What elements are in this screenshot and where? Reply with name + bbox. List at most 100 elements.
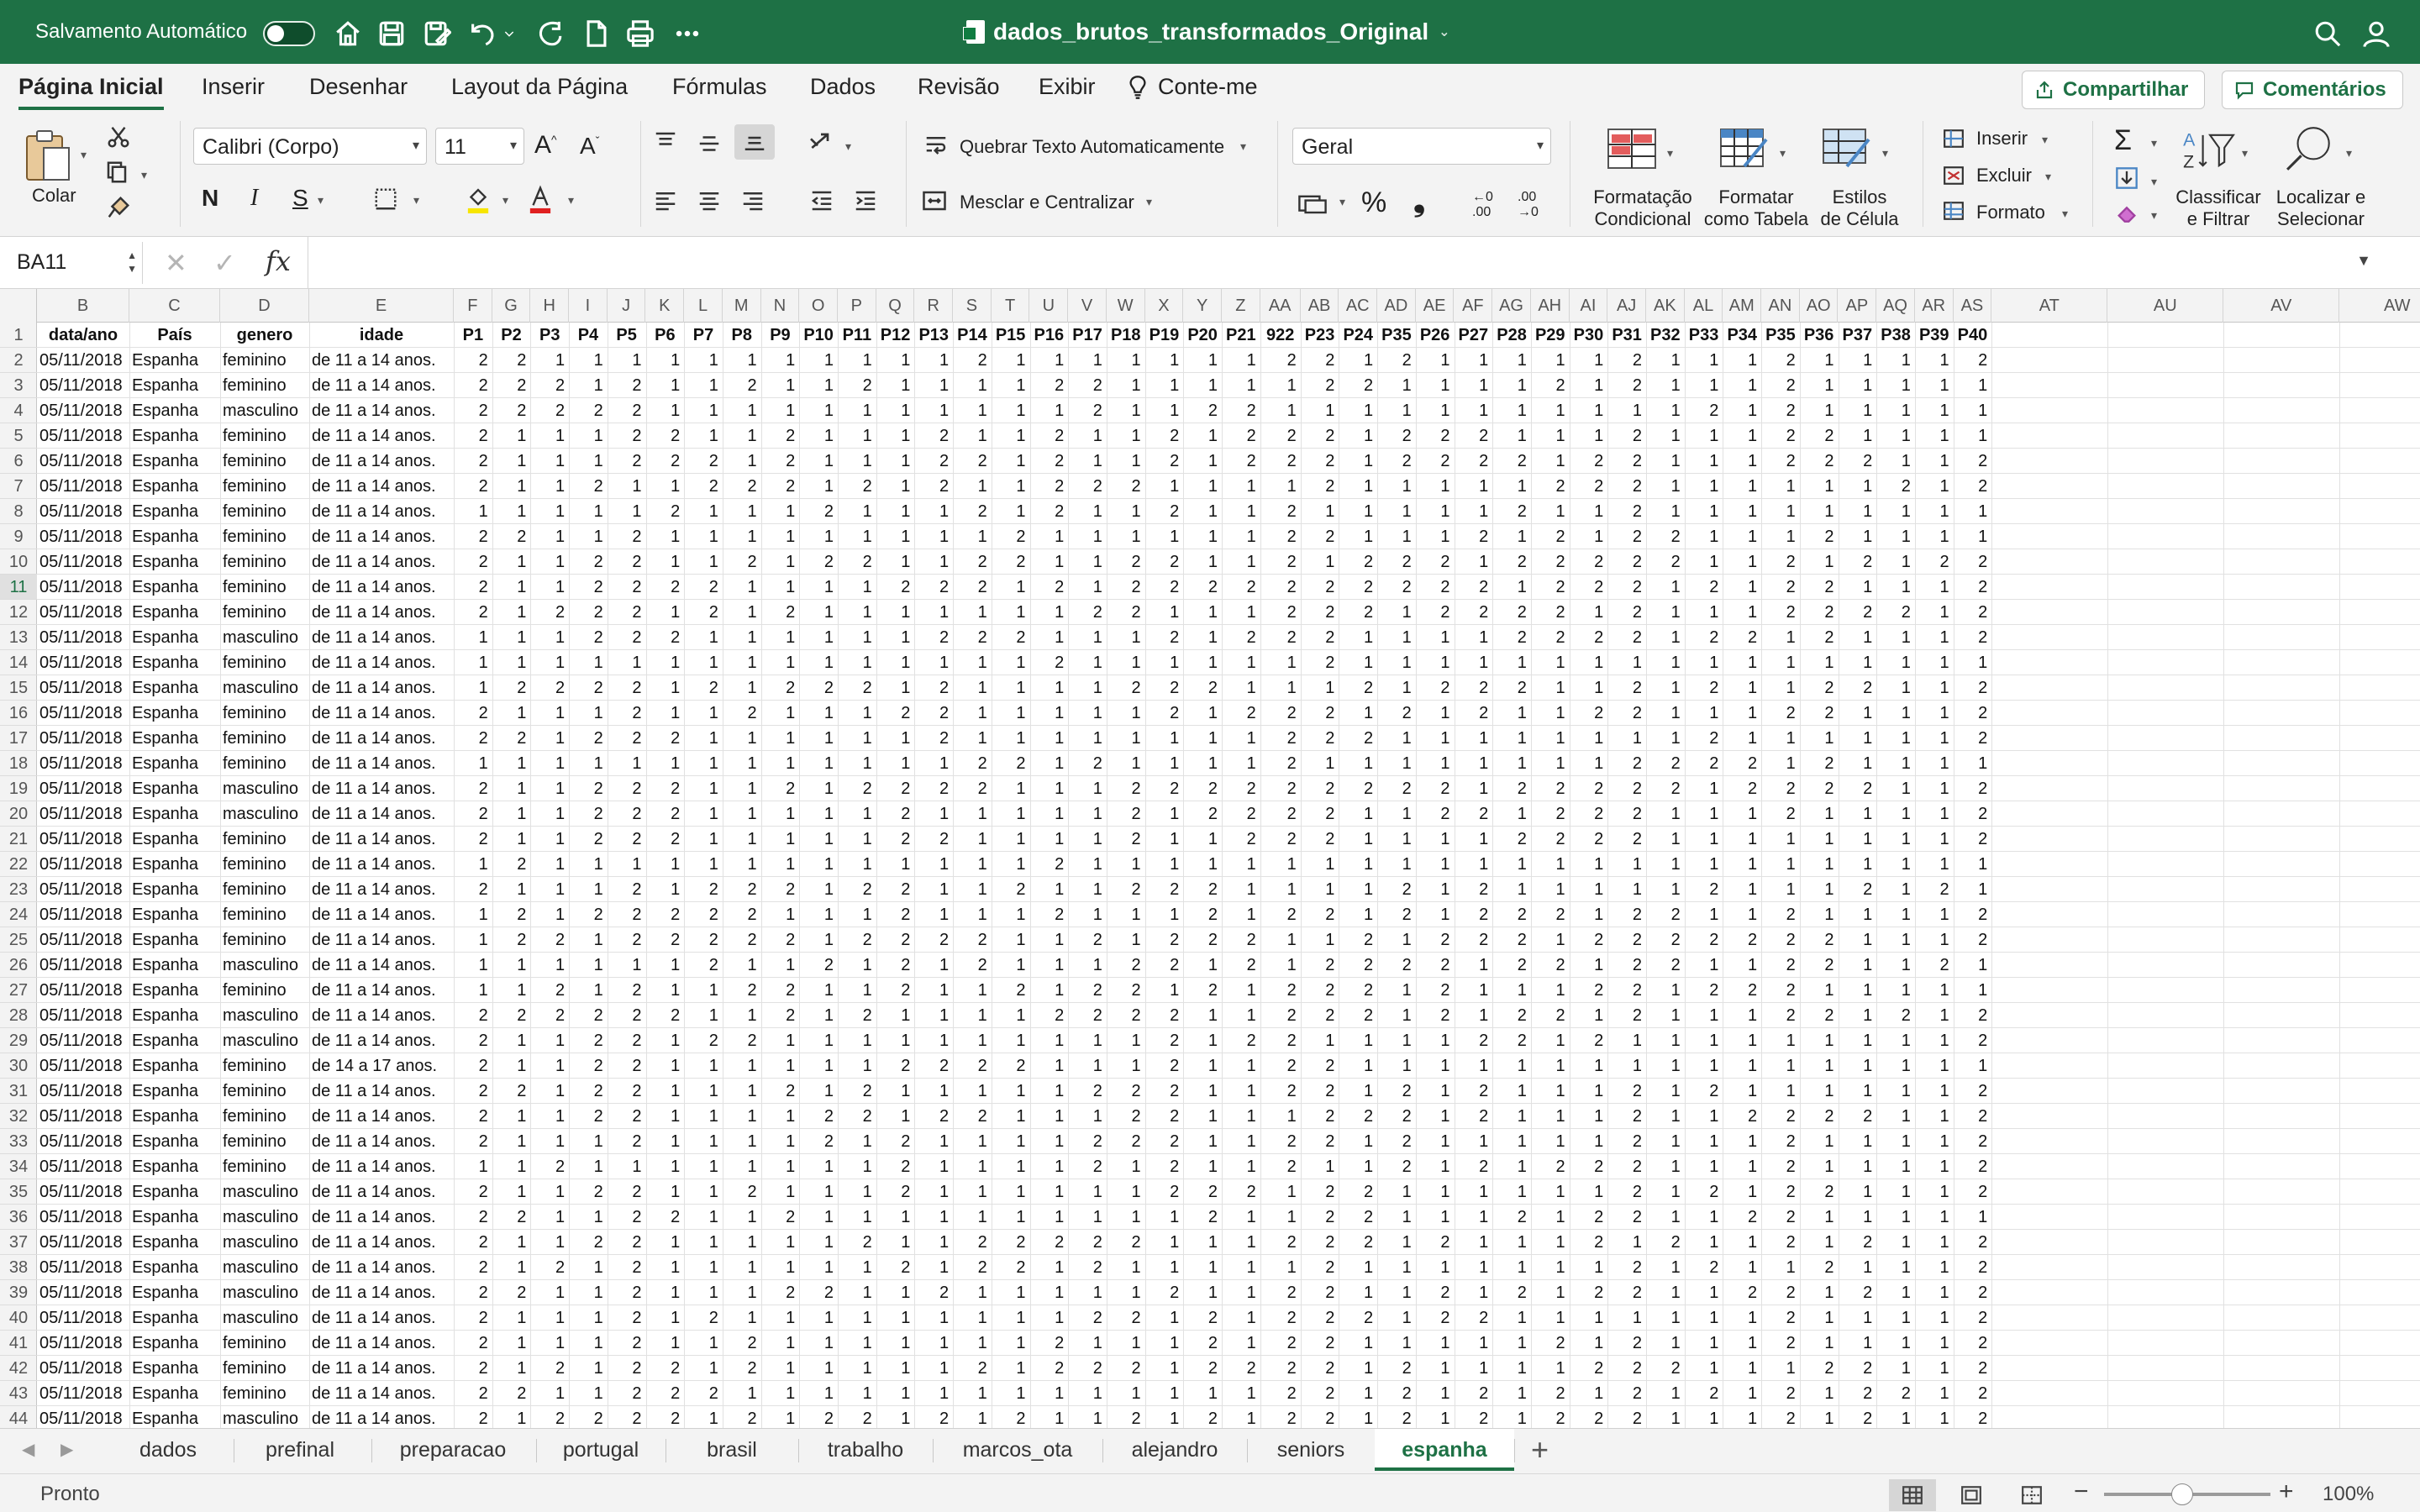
answer-cell[interactable]: 1 [1761, 474, 1800, 499]
answer-cell[interactable]: 2 [1954, 1331, 1992, 1356]
table-cell[interactable]: de 11 a 14 anos. [309, 1003, 454, 1028]
answer-cell[interactable]: 2 [1107, 877, 1145, 902]
table-cell[interactable]: de 11 a 14 anos. [309, 1331, 454, 1356]
table-cell[interactable]: de 11 a 14 anos. [309, 902, 454, 927]
answer-cell[interactable]: 1 [992, 474, 1030, 499]
answer-cell[interactable]: 1 [1954, 499, 1992, 524]
answer-cell[interactable]: 1 [646, 1028, 685, 1053]
answer-cell[interactable]: 1 [761, 1406, 800, 1428]
answer-cell[interactable]: 2 [1183, 675, 1222, 701]
answer-cell[interactable]: 2 [454, 423, 492, 449]
answer-cell[interactable]: 1 [1107, 348, 1145, 373]
answer-cell[interactable]: 1 [1685, 348, 1723, 373]
table-cell[interactable]: masculino [220, 1406, 309, 1428]
answer-cell[interactable]: 2 [1455, 524, 1493, 549]
answer-cell[interactable]: 1 [569, 1205, 608, 1230]
table-cell[interactable]: Espanha [129, 1053, 220, 1079]
answer-cell[interactable]: 1 [992, 827, 1030, 852]
answer-cell[interactable]: 1 [799, 701, 838, 726]
answer-cell[interactable]: 2 [1954, 1406, 1992, 1428]
answer-cell[interactable]: 1 [1492, 978, 1531, 1003]
answer-cell[interactable]: 1 [1068, 776, 1107, 801]
answer-cell[interactable]: 1 [646, 751, 685, 776]
answer-cell[interactable]: 1 [1646, 877, 1685, 902]
answer-cell[interactable]: 1 [1761, 675, 1800, 701]
answer-cell[interactable]: 2 [1800, 927, 1839, 953]
table-cell[interactable]: Espanha [129, 902, 220, 927]
answer-cell[interactable]: 1 [1839, 474, 1877, 499]
column-header[interactable]: AL [1685, 289, 1723, 323]
answer-cell[interactable]: 2 [953, 1230, 992, 1255]
answer-cell[interactable]: 1 [1685, 1406, 1723, 1428]
document-title[interactable]: dados_brutos_transformados_Original ⌄ [963, 18, 1450, 45]
answer-cell[interactable]: 1 [1646, 852, 1685, 877]
answer-cell[interactable]: 1 [1685, 701, 1723, 726]
answer-cell[interactable]: 2 [608, 675, 646, 701]
answer-cell[interactable]: 2 [838, 675, 876, 701]
answer-cell[interactable]: 1 [992, 449, 1030, 474]
answer-cell[interactable]: 2 [1260, 348, 1301, 373]
answer-cell[interactable]: 2 [608, 575, 646, 600]
answer-cell[interactable]: 1 [914, 600, 953, 625]
answer-cell[interactable]: 1 [1455, 1179, 1493, 1205]
answer-cell[interactable]: 1 [684, 1331, 723, 1356]
answer-cell[interactable]: 2 [1416, 600, 1455, 625]
table-cell[interactable]: de 11 a 14 anos. [309, 650, 454, 675]
answer-cell[interactable]: 2 [1301, 1179, 1339, 1205]
answer-cell[interactable]: 2 [1068, 373, 1107, 398]
answer-cell[interactable]: 2 [1339, 726, 1377, 751]
answer-cell[interactable]: 2 [1607, 701, 1646, 726]
answer-cell[interactable]: 2 [1260, 776, 1301, 801]
answer-cell[interactable]: 2 [1377, 348, 1416, 373]
answer-cell[interactable]: 1 [646, 348, 685, 373]
answer-cell[interactable]: 1 [1068, 549, 1107, 575]
table-cell[interactable]: de 11 a 14 anos. [309, 549, 454, 575]
answer-cell[interactable]: 1 [684, 776, 723, 801]
conditional-formatting-icon[interactable] [1607, 128, 1657, 174]
table-cell[interactable]: Espanha [129, 1406, 220, 1428]
answer-cell[interactable]: 2 [1107, 978, 1145, 1003]
header-cell[interactable]: P28 [1492, 323, 1531, 348]
answer-cell[interactable]: 1 [876, 423, 915, 449]
answer-cell[interactable]: 1 [1723, 877, 1761, 902]
answer-cell[interactable]: 1 [914, 1179, 953, 1205]
answer-cell[interactable]: 1 [992, 1179, 1030, 1205]
answer-cell[interactable]: 1 [1183, 373, 1222, 398]
answer-cell[interactable]: 1 [1145, 1205, 1184, 1230]
answer-cell[interactable]: 1 [838, 398, 876, 423]
answer-cell[interactable]: 1 [1260, 675, 1301, 701]
answer-cell[interactable]: 1 [1068, 1331, 1107, 1356]
page-break-view-button[interactable] [2008, 1479, 2055, 1511]
conditional-formatting-dropdown-icon[interactable]: ▾ [1667, 146, 1673, 160]
answer-cell[interactable]: 1 [838, 423, 876, 449]
answer-cell[interactable]: 1 [1183, 827, 1222, 852]
answer-cell[interactable]: 1 [953, 877, 992, 902]
answer-cell[interactable]: 1 [992, 1079, 1030, 1104]
answer-cell[interactable]: 2 [1339, 1104, 1377, 1129]
answer-cell[interactable]: 1 [1531, 1280, 1570, 1305]
answer-cell[interactable]: 1 [530, 1179, 569, 1205]
answer-cell[interactable]: 1 [492, 1028, 531, 1053]
answer-cell[interactable]: 1 [1915, 1003, 1954, 1028]
answer-cell[interactable]: 1 [1607, 852, 1646, 877]
answer-cell[interactable]: 1 [723, 499, 761, 524]
answer-cell[interactable]: 1 [799, 927, 838, 953]
font-color-dropdown-icon[interactable]: ▾ [568, 193, 574, 207]
answer-cell[interactable]: 2 [608, 877, 646, 902]
answer-cell[interactable]: 1 [1455, 1280, 1493, 1305]
align-top-icon[interactable] [652, 129, 679, 159]
table-cell[interactable]: Espanha [129, 373, 220, 398]
header-cell[interactable]: P15 [992, 323, 1030, 348]
table-cell[interactable]: feminino [220, 449, 309, 474]
answer-cell[interactable]: 1 [1492, 1305, 1531, 1331]
answer-cell[interactable]: 1 [1839, 1028, 1877, 1053]
answer-cell[interactable]: 2 [799, 499, 838, 524]
answer-cell[interactable]: 1 [1915, 1104, 1954, 1129]
answer-cell[interactable]: 1 [1876, 1179, 1915, 1205]
answer-cell[interactable]: 2 [1531, 1154, 1570, 1179]
answer-cell[interactable]: 1 [1723, 1381, 1761, 1406]
answer-cell[interactable]: 2 [1183, 398, 1222, 423]
answer-cell[interactable]: 2 [1954, 1280, 1992, 1305]
answer-cell[interactable]: 1 [1030, 776, 1069, 801]
table-cell[interactable]: 05/11/2018 [37, 650, 129, 675]
